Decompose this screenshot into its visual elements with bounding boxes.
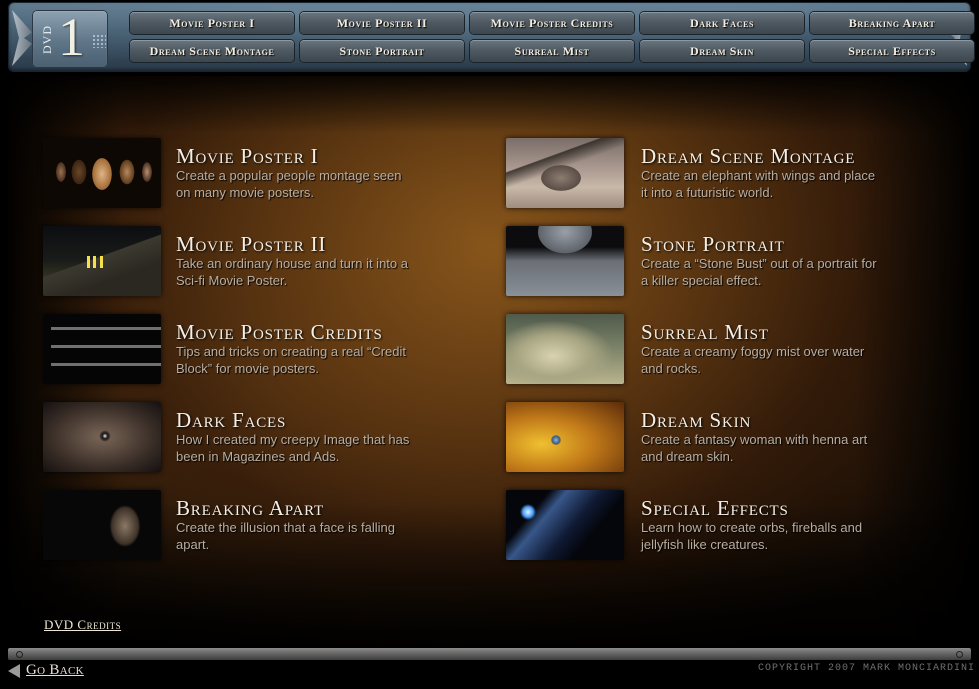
go-back-button[interactable]: Go Back <box>8 662 84 679</box>
tutorial-movie-poster-ii[interactable]: Movie Poster II Take an ordinary house a… <box>43 226 416 296</box>
nav-dream-skin[interactable]: Dream Skin <box>640 40 804 62</box>
nav-movie-poster-ii[interactable]: Movie Poster II <box>300 12 464 34</box>
nav-breaking-apart[interactable]: Breaking Apart <box>810 12 974 34</box>
tutorial-description: Create a fantasy woman with henna art an… <box>641 432 868 464</box>
tutorial-title[interactable]: Stone Portrait <box>641 234 881 255</box>
thumbnail-faces-montage[interactable] <box>43 138 161 208</box>
ornament-left-icon <box>12 10 32 66</box>
tutorial-dream-scene-montage[interactable]: Dream Scene Montage Create an elephant w… <box>506 138 881 208</box>
thumbnail-night-house[interactable] <box>43 226 161 296</box>
nav-label: Dream Scene Montage <box>149 43 275 58</box>
nav-special-effects[interactable]: Special Effects <box>810 40 974 62</box>
tutorial-description: Create a popular people montage seen on … <box>176 168 402 200</box>
tutorial-movie-poster-i[interactable]: Movie Poster I Create a popular people m… <box>43 138 416 208</box>
tutorial-title[interactable]: Movie Poster Credits <box>176 322 416 343</box>
tutorial-description: How I created my creepy Image that has b… <box>176 432 410 464</box>
copyright-text: COPYRIGHT 2007 MARK MONCIARDINI <box>757 663 975 674</box>
thumbnail-henna-eye[interactable] <box>506 402 624 472</box>
tutorial-movie-poster-credits[interactable]: Movie Poster Credits Tips and tricks on … <box>43 314 416 384</box>
nav-label: Movie Poster Credits <box>490 15 614 30</box>
tutorial-dream-skin[interactable]: Dream Skin Create a fantasy woman with h… <box>506 402 881 472</box>
tutorial-description: Take an ordinary house and turn it into … <box>176 256 408 288</box>
dvd-credits-link[interactable]: DVD Credits <box>44 617 121 633</box>
tutorial-title[interactable]: Surreal Mist <box>641 322 881 343</box>
tutorial-description: Tips and tricks on creating a real “Cred… <box>176 344 407 376</box>
nav-movie-poster-i[interactable]: Movie Poster I <box>130 12 294 34</box>
nav-label: Surreal Mist <box>514 43 590 58</box>
dvd-label: DVD <box>40 25 54 54</box>
tutorial-surreal-mist[interactable]: Surreal Mist Create a creamy foggy mist … <box>506 314 881 384</box>
nav-dark-faces[interactable]: Dark Faces <box>640 12 804 34</box>
tutorial-title[interactable]: Dark Faces <box>176 410 416 431</box>
nav-label: Dark Faces <box>689 15 755 30</box>
nav-movie-poster-credits[interactable]: Movie Poster Credits <box>470 12 634 34</box>
thumbnail-breaking-face[interactable] <box>43 490 161 560</box>
thumbnail-creepy-eye[interactable] <box>43 402 161 472</box>
thumbnail-blue-orb[interactable] <box>506 490 624 560</box>
tutorial-special-effects[interactable]: Special Effects Learn how to create orbs… <box>506 490 881 560</box>
nav-label: Movie Poster II <box>336 15 428 30</box>
nav-label: Stone Portrait <box>339 43 425 58</box>
tutorial-title[interactable]: Movie Poster II <box>176 234 416 255</box>
tutorial-title[interactable]: Breaking Apart <box>176 498 416 519</box>
thumbnail-misty-rocks[interactable] <box>506 314 624 384</box>
header-frame: DVD 1 Movie Poster I Movie Poster II Mov… <box>8 2 974 72</box>
nav-surreal-mist[interactable]: Surreal Mist <box>470 40 634 62</box>
tutorial-description: Create a creamy foggy mist over water an… <box>641 344 865 376</box>
nav-stone-portrait[interactable]: Stone Portrait <box>300 40 464 62</box>
tutorial-title[interactable]: Dream Scene Montage <box>641 146 881 167</box>
nav-dream-scene-montage[interactable]: Dream Scene Montage <box>130 40 294 62</box>
thumbnail-credit-block[interactable] <box>43 314 161 384</box>
thumbnail-stone-bust[interactable] <box>506 226 624 296</box>
tutorial-description: Learn how to create orbs, fireballs and … <box>641 520 863 552</box>
tutorial-stone-portrait[interactable]: Stone Portrait Create a “Stone Bust” out… <box>506 226 881 296</box>
tutorial-description: Create an elephant with wings and place … <box>641 168 876 200</box>
tutorial-breaking-apart[interactable]: Breaking Apart Create the illusion that … <box>43 490 416 560</box>
tutorial-description: Create the illusion that a face is falli… <box>176 520 395 552</box>
tutorial-title[interactable]: Movie Poster I <box>176 146 416 167</box>
dots-decoration-icon <box>92 34 106 48</box>
dvd-number: 1 <box>58 7 85 67</box>
chapter-nav: Movie Poster I Movie Poster II Movie Pos… <box>130 12 974 62</box>
footer-divider <box>8 648 971 660</box>
tutorial-title[interactable]: Dream Skin <box>641 410 881 431</box>
tutorial-description: Create a “Stone Bust” out of a portrait … <box>641 256 877 288</box>
go-back-label[interactable]: Go Back <box>26 662 84 679</box>
nav-label: Breaking Apart <box>848 15 936 30</box>
tutorial-title[interactable]: Special Effects <box>641 498 881 519</box>
nav-label: Special Effects <box>848 43 936 58</box>
nav-label: Movie Poster I <box>169 15 255 30</box>
tutorial-dark-faces[interactable]: Dark Faces How I created my creepy Image… <box>43 402 416 472</box>
back-arrow-icon[interactable] <box>8 663 20 678</box>
thumbnail-winged-elephant[interactable] <box>506 138 624 208</box>
header: DVD 1 Movie Poster I Movie Poster II Mov… <box>0 0 979 76</box>
dvd-badge: DVD 1 <box>32 7 108 68</box>
nav-label: Dream Skin <box>690 43 754 58</box>
